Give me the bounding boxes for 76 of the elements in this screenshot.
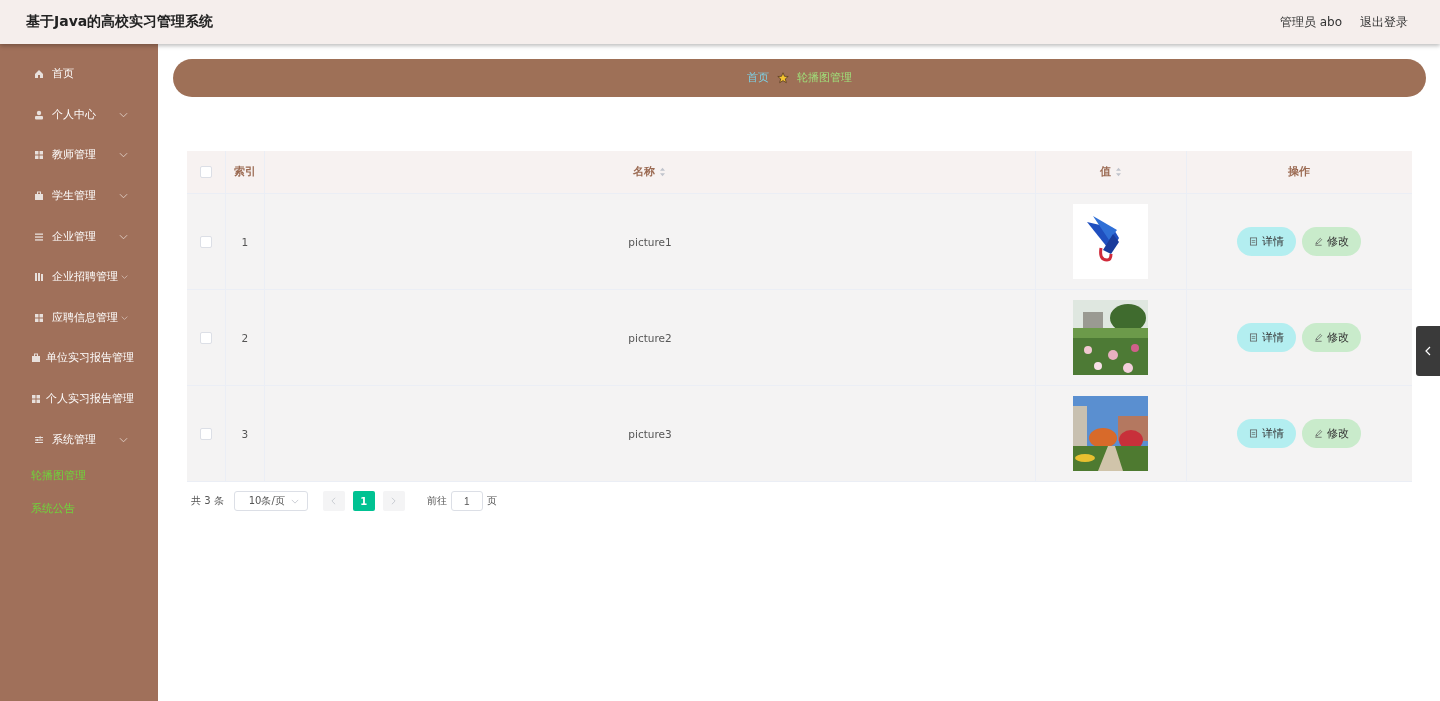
table-cell: 2 [241,331,249,344]
checkbox[interactable] [199,235,212,248]
total-count: 共 3 条 [191,494,224,508]
grid-icon [34,312,44,323]
chevron-down-icon [121,314,128,321]
chevron-left-icon [1425,346,1431,356]
column-header: 值 [1099,165,1111,179]
app-title: 基于Java的高校实习管理系统 [26,13,214,31]
menu-item[interactable]: 企业招聘管理 [0,256,158,298]
breadcrumb-current: 轮播图管理 [797,71,852,85]
logout-link[interactable]: 退出登录 [1360,13,1408,31]
sort-icon[interactable] [659,167,667,177]
user-icon [34,109,44,120]
menu-item[interactable]: 教师管理 [0,135,158,176]
document-icon [1249,333,1259,342]
checkbox[interactable] [199,427,212,440]
sort-icon[interactable] [1114,167,1122,177]
pencil-icon [1314,429,1324,438]
chevron-down-icon [290,499,299,504]
table-cell: 1 [241,235,249,248]
edit-button[interactable]: 修改 [1302,323,1362,352]
chevron-right-icon [391,497,397,505]
detail-button[interactable]: 详情 [1237,227,1297,256]
bars-icon [34,272,44,283]
user-name: 管理员 abo [1279,13,1342,31]
document-icon [1249,429,1259,438]
column-header: 名称 [633,165,656,179]
menu-item[interactable]: 首页 [0,54,158,95]
list-icon [34,231,44,242]
chevron-down-icon [119,233,128,240]
detail-button[interactable]: 详情 [1237,323,1297,352]
menu-item[interactable]: 企业管理 [0,216,158,257]
collapse-toggle-button[interactable] [1416,326,1440,376]
chevron-down-icon [121,274,128,281]
home-icon [34,69,44,80]
sliders-icon [34,434,44,445]
submenu-item[interactable]: 轮播图管理 [0,459,158,493]
page-input[interactable]: 1 [450,491,483,511]
detail-button[interactable]: 详情 [1237,419,1297,448]
checkbox[interactable] [199,331,212,344]
star-icon [777,72,789,84]
briefcase-icon [31,353,41,364]
edit-button[interactable]: 修改 [1302,419,1362,448]
menu-item[interactable]: 单位实习报告管理 [0,338,158,379]
goto-label: 前往 [426,494,447,508]
breadcrumb-link[interactable]: 首页 [747,71,769,85]
table-cell: picture2 [628,331,672,344]
column-header: 索引 [233,165,256,179]
pencil-icon [1314,237,1324,246]
chevron-down-icon [119,193,128,200]
submenu-item[interactable]: 系统公告 [0,492,158,526]
next-page-button[interactable] [382,491,405,511]
page-suffix: 页 [486,494,497,508]
menu-item[interactable]: 个人实习报告管理 [0,378,158,420]
menu-item[interactable]: 应聘信息管理 [0,297,158,339]
checkbox[interactable] [199,166,212,178]
grid-icon [31,394,41,405]
grid-icon [34,150,44,161]
chevron-down-icon [119,436,128,443]
briefcase-icon [34,191,44,202]
menu-item[interactable]: 系统管理 [0,419,158,460]
menu-item[interactable]: 个人中心 [0,94,158,136]
table-cell: picture3 [628,427,672,440]
pencil-icon [1314,333,1324,342]
previous-page-button[interactable] [322,491,345,511]
chevron-left-icon [331,497,337,505]
table-cell: 3 [241,427,249,440]
chevron-down-icon [119,152,128,159]
column-header: 操作 [1288,165,1311,179]
table-cell: picture1 [628,235,672,248]
document-icon [1249,237,1259,246]
chevron-down-icon [119,111,128,118]
edit-button[interactable]: 修改 [1302,227,1362,256]
menu-item[interactable]: 学生管理 [0,175,158,217]
page-button[interactable]: 1 [352,491,375,511]
page-size-select[interactable]: 10条/页 [233,491,308,511]
